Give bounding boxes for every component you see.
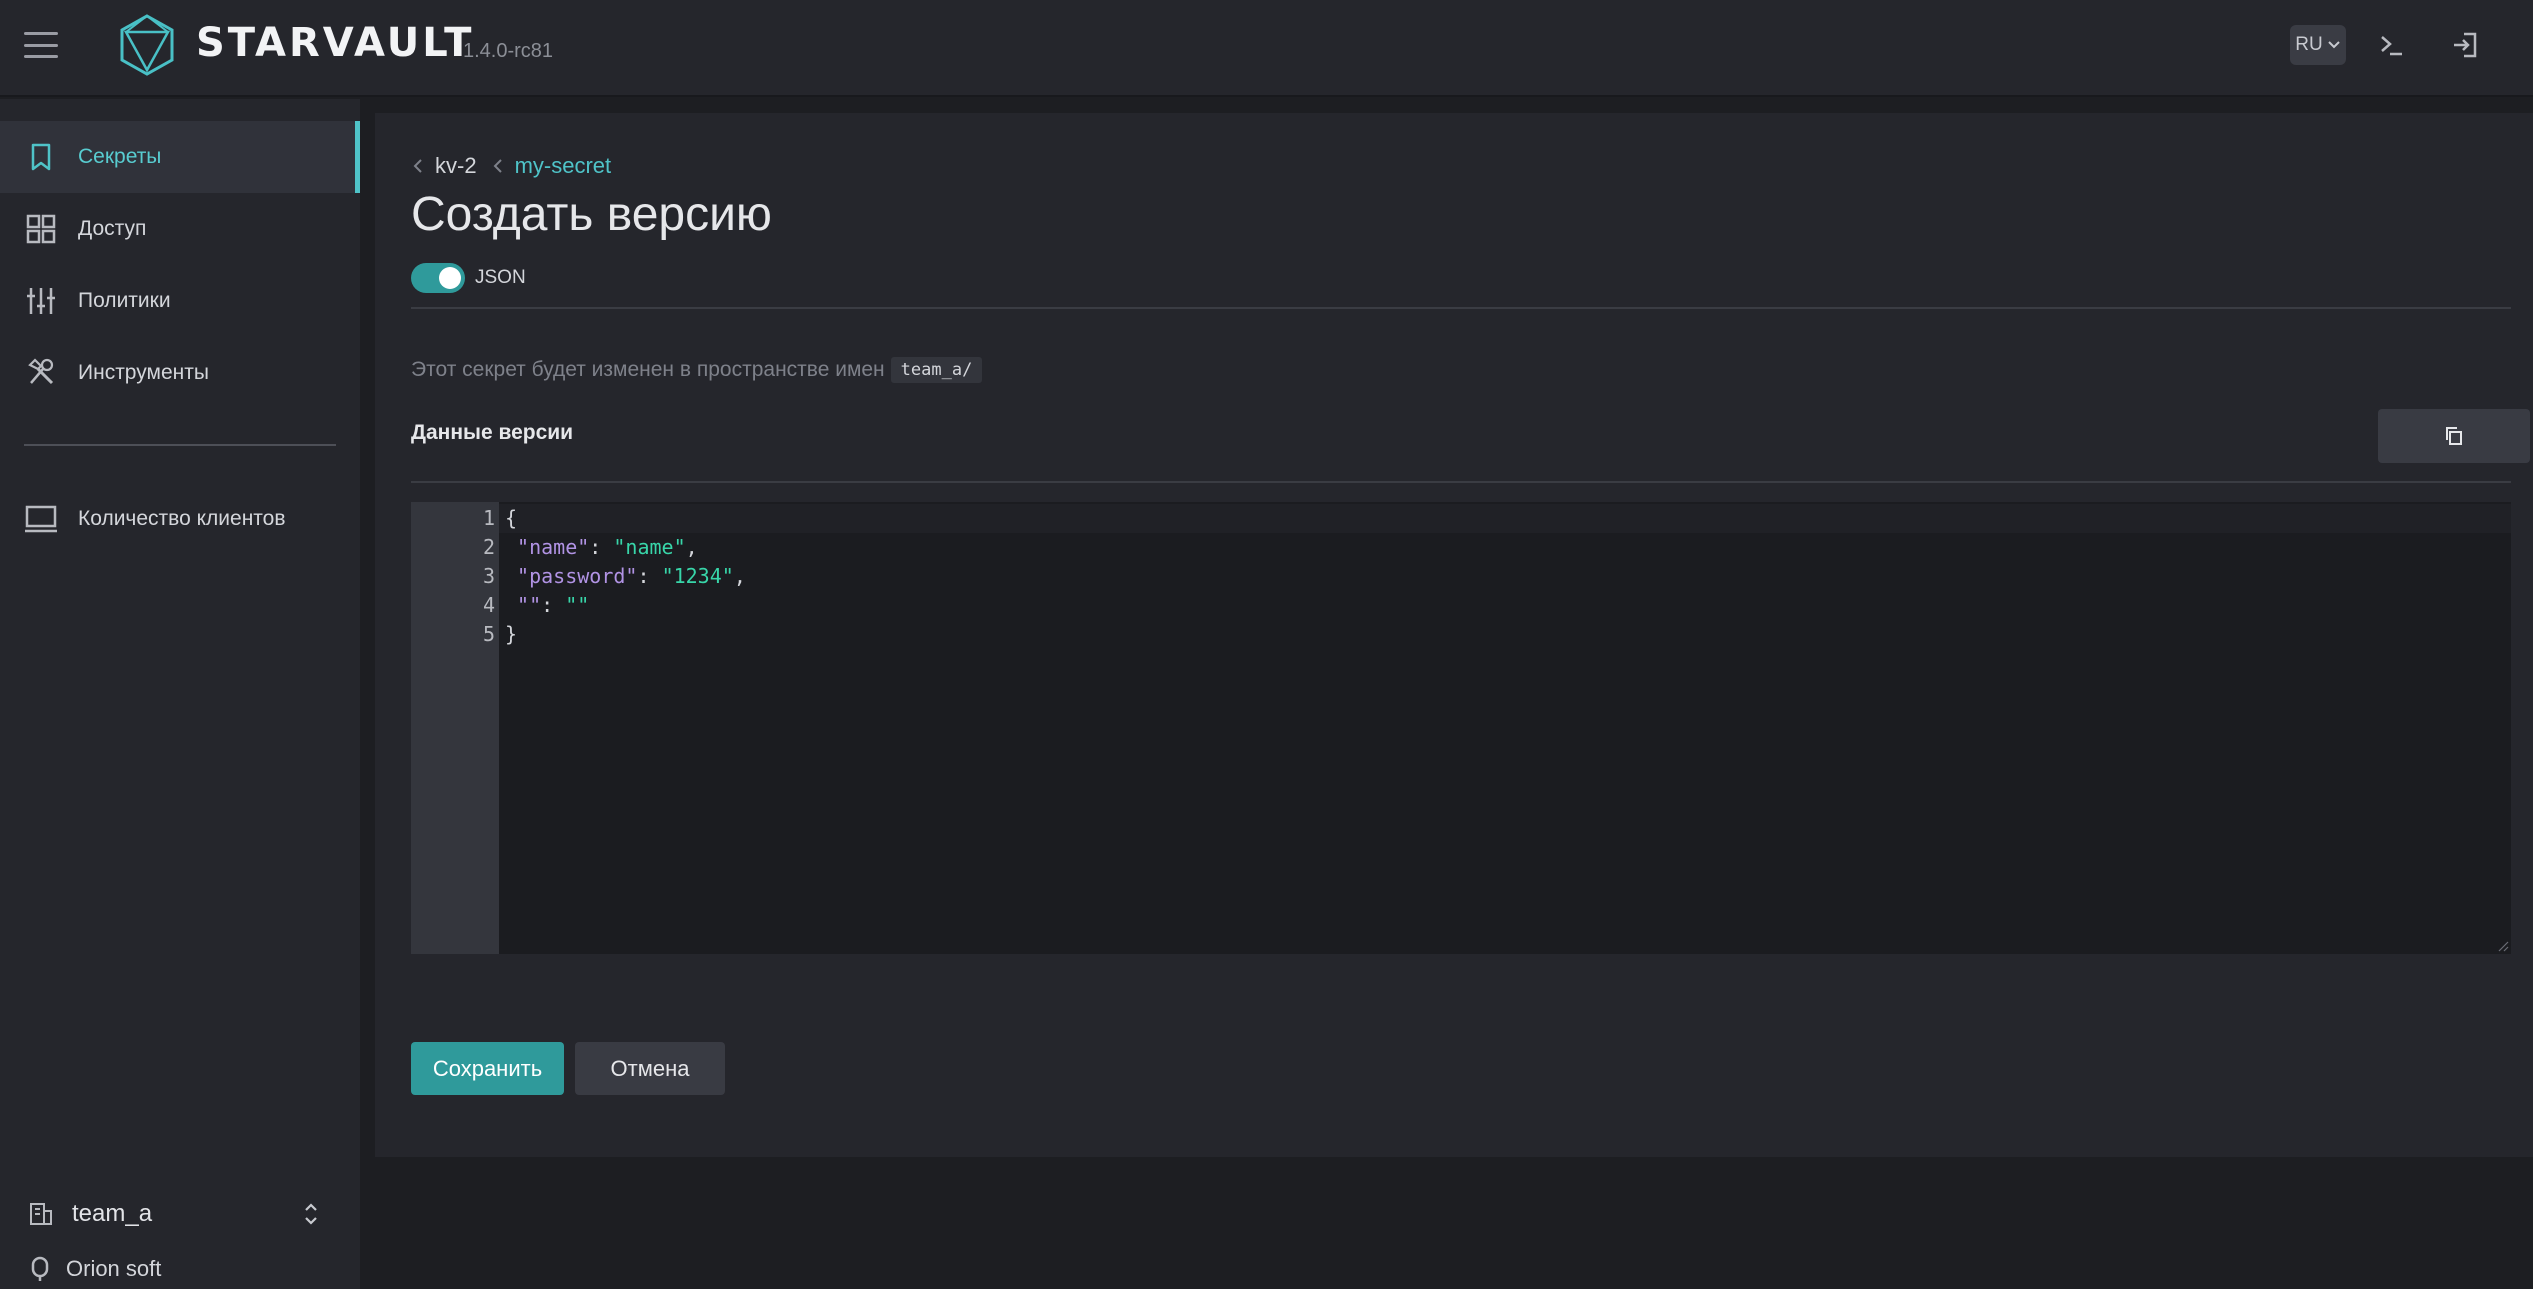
cancel-button[interactable]: Отмена [575,1042,725,1095]
tools-icon [28,358,54,385]
breadcrumb-my-secret[interactable]: my-secret [515,153,612,179]
sidebar-item-label: Доступ [78,217,147,240]
code-line: { [499,504,2511,533]
chevron-left-icon [493,159,502,173]
sidebar-item-tools[interactable]: Инструменты [0,337,360,409]
terminal-icon[interactable] [2374,28,2408,62]
section-title: Данные версии [411,421,574,444]
line-number: 3 [482,564,495,588]
resize-handle-icon[interactable] [2497,940,2509,952]
namespace-code: team_a/ [890,357,983,383]
bookmark-icon [31,143,51,171]
grid-icon [26,214,56,244]
sidebar: Секреты Доступ Политики Инструменты Коли… [0,99,360,1289]
namespace-note: Этот секрет будет изменен в пространстве… [411,357,983,383]
app-version: 1.4.0-rc81 [463,40,554,62]
divider [411,307,2511,309]
json-toggle-label: JSON [475,267,526,288]
line-number: 4 [482,593,495,617]
json-toggle[interactable] [411,263,465,293]
editor-gutter: 1 2 3 4 5 [411,502,499,954]
sidebar-item-policies[interactable]: Политики [0,265,360,337]
namespace-switcher[interactable]: team_a [0,1189,360,1239]
sliders-icon [27,288,55,314]
organization: Orion soft [0,1249,360,1289]
copy-button[interactable] [2378,409,2530,463]
sidebar-item-label: Секреты [78,145,162,168]
building-icon [30,1203,52,1225]
language-selector[interactable]: RU [2290,25,2346,65]
top-header: STARVAULT 1.4.0-rc81 RU [0,0,2533,97]
line-number: 1 [482,506,495,530]
save-button[interactable]: Сохранить [411,1042,564,1095]
sidebar-item-label: Инструменты [78,361,209,384]
code-line: "": "" [517,593,590,617]
sidebar-item-client-count[interactable]: Количество клиентов [0,483,360,555]
namespace-name: team_a [72,1200,153,1227]
sidebar-item-access[interactable]: Доступ [0,193,360,265]
organization-name: Orion soft [66,1256,162,1281]
page-title: Создать версию [411,188,772,241]
line-number: 2 [482,535,495,559]
json-editor[interactable]: 1 2 3 4 5 { "name": "name", "password": … [411,502,2511,954]
divider [411,481,2511,483]
brand-name: STARVAULT [196,20,475,66]
code-line: } [505,622,518,646]
copy-icon [2446,427,2462,445]
monitor-icon [25,505,57,533]
namespace-note-text: Этот секрет будет изменен в пространстве… [411,358,885,381]
sidebar-item-label: Политики [78,289,171,312]
sidebar-item-label: Количество клиентов [78,507,286,530]
chevron-down-icon [2328,41,2340,49]
breadcrumb: kv-2 my-secret [411,153,625,179]
menu-icon[interactable] [24,32,58,58]
logout-icon[interactable] [2448,28,2482,62]
sidebar-divider [24,444,336,446]
chevron-left-icon [413,159,422,173]
breadcrumb-kv2[interactable]: kv-2 [435,153,477,179]
code-line: "name": "name", [517,535,698,559]
logo-icon [120,14,174,76]
org-logo-icon [31,1256,49,1281]
line-number: 5 [482,622,495,646]
chevron-up-down-icon [305,1203,317,1225]
json-toggle-group: JSON [411,263,526,293]
sidebar-item-secrets[interactable]: Секреты [0,121,360,193]
main-panel: kv-2 my-secret Создать версию JSON Этот … [375,113,2533,1157]
language-label: RU [2295,34,2323,55]
code-line: "password": "1234", [517,564,746,588]
